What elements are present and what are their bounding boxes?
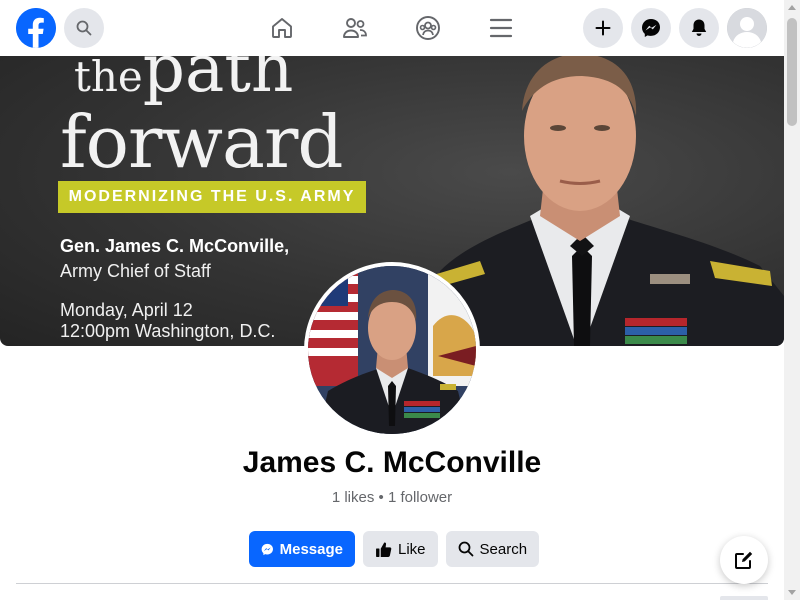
bottom-element-peek: [720, 596, 768, 600]
thumbs-up-icon: [376, 541, 392, 557]
profile-name: James C. McConville: [242, 446, 542, 479]
groups-icon: [416, 16, 440, 40]
top-navigation-bar: [0, 0, 784, 56]
messenger-icon: [261, 543, 273, 555]
profile-photo-image: [308, 266, 476, 434]
compose-icon: [735, 551, 753, 569]
like-button-label: Like: [398, 540, 426, 558]
cover-title-line2: forward: [60, 100, 343, 184]
cover-title-line1: thepath: [74, 56, 294, 107]
page-scrollbar[interactable]: [784, 0, 800, 600]
profile-picture[interactable]: [304, 262, 480, 438]
create-button[interactable]: [583, 8, 623, 48]
notifications-button[interactable]: [679, 8, 719, 48]
section-divider: [16, 583, 768, 584]
nav-groups-tab[interactable]: [400, 8, 456, 48]
cover-date: Monday, April 12: [60, 300, 193, 320]
profile-stats[interactable]: 1 likes • 1 follower: [0, 489, 784, 506]
scroll-up-arrow-icon[interactable]: [788, 5, 796, 10]
search-button[interactable]: [64, 8, 104, 48]
messenger-button[interactable]: [631, 8, 671, 48]
scroll-down-arrow-icon[interactable]: [788, 590, 796, 595]
nav-home-tab[interactable]: [254, 8, 310, 48]
cover-time: 12:00pm Washington, D.C.: [60, 321, 276, 341]
avatar-icon: [727, 8, 767, 48]
search-icon: [458, 541, 473, 557]
search-icon: [76, 20, 92, 36]
menu-icon: [489, 18, 513, 38]
profile-actions: Message Like Search: [249, 531, 540, 567]
cover-role: Army Chief of Staff: [60, 261, 211, 281]
search-button-label: Search: [479, 540, 528, 558]
plus-icon: [595, 20, 611, 36]
friends-icon: [343, 18, 367, 38]
new-message-button[interactable]: [720, 536, 768, 584]
account-avatar-button[interactable]: [727, 8, 767, 48]
home-icon: [272, 18, 292, 38]
scroll-thumb[interactable]: [787, 18, 797, 126]
like-button[interactable]: Like: [363, 531, 438, 567]
facebook-logo-icon[interactable]: [16, 8, 56, 48]
search-profile-button[interactable]: Search: [445, 531, 540, 567]
cover-speaker: Gen. James C. McConville,: [60, 236, 290, 256]
cover-banner: MODERNIZING THE U.S. ARMY: [58, 181, 366, 213]
bell-icon: [691, 19, 707, 36]
nav-friends-tab[interactable]: [327, 8, 383, 48]
nav-menu-tab[interactable]: [473, 8, 529, 48]
message-button[interactable]: Message: [249, 531, 355, 567]
message-button-label: Message: [279, 540, 343, 558]
messenger-icon: [642, 19, 660, 37]
